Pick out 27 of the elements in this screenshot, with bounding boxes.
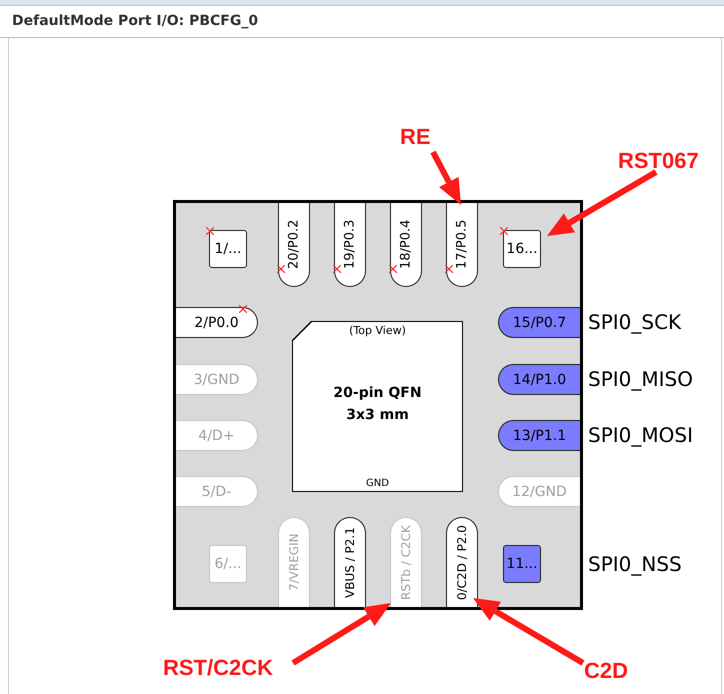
pin-pad[interactable]: VBUS / P2.1: [334, 517, 366, 607]
pin-pad[interactable]: 0/C2D / P2.0: [446, 517, 478, 607]
pin-pad[interactable]: 15/P0.7: [498, 307, 580, 338]
pin-pad[interactable]: 18/P0.4: [390, 203, 422, 287]
pin-pad[interactable]: 16...: [503, 230, 541, 268]
callout-label: RE: [400, 124, 431, 150]
signal-label: SPI0_MISO: [588, 366, 693, 393]
callout-arrow: [430, 150, 461, 205]
signal-label: SPI0_NSS: [588, 551, 682, 578]
package-size: 3x3 mm: [346, 407, 409, 423]
panel-title: DefaultMode Port I/O: PBCFG_0: [11, 12, 260, 29]
pin-pad[interactable]: 1/...: [209, 230, 247, 268]
pin-pad[interactable]: 2/P0.0: [176, 307, 258, 338]
pin-pad[interactable]: 17/P0.5: [446, 203, 478, 287]
pin-pad[interactable]: 13/P1.1: [498, 420, 580, 451]
pin-pad[interactable]: 14/P1.0: [498, 364, 580, 395]
pin-pad[interactable]: 20/P0.2: [278, 203, 310, 287]
callout-label: C2D: [584, 658, 628, 684]
signal-label: SPI0_MOSI: [588, 422, 693, 449]
view-label: (Top View): [349, 324, 406, 337]
pin-pad[interactable]: 11...: [503, 545, 541, 583]
signal-label: SPI0_SCK: [588, 309, 682, 336]
package-name: 20-pin QFN: [333, 385, 422, 401]
callout-label: RST067: [618, 148, 699, 174]
pin-pad[interactable]: 19/P0.3: [334, 203, 366, 287]
pad-label: GND: [366, 478, 389, 489]
callout-label: RST/C2CK: [163, 655, 274, 681]
